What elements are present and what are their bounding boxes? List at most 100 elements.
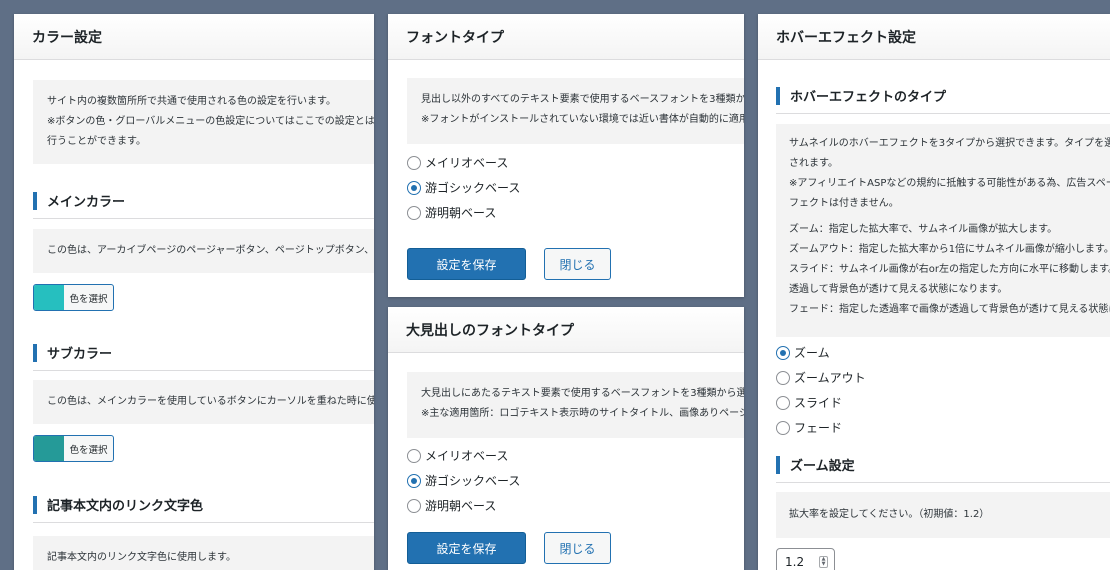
color-swatch <box>34 436 64 461</box>
radio-circle[interactable] <box>407 180 421 195</box>
heading-accent <box>33 495 37 514</box>
option-label: スライド <box>794 396 843 410</box>
hover-effect-panel: ホバーエフェクト設定 ホバーエフェクトのタイプ サムネイルのホバーエフェクトを3… <box>758 14 1110 570</box>
hover-type-heading: ホバーエフェクトのタイプ <box>776 86 1110 114</box>
panel-title: 大見出しのフォントタイプ <box>406 322 574 339</box>
font-intro: 見出し以外のすべてのテキスト要素で使用するベースフォントを3種類から ※フォント… <box>407 78 744 144</box>
desc-line: されます。 <box>789 158 838 169</box>
heading-label: ホバーエフェクトのタイプ <box>790 90 947 105</box>
desc-line: フェクトは付きません。 <box>789 198 899 209</box>
radio-circle[interactable] <box>776 370 790 385</box>
font-option-yu-mincho[interactable]: 游明朝ベース <box>407 200 520 225</box>
hover-option-zoom-out[interactable]: ズームアウト <box>776 365 866 390</box>
desc-line: サムネイルのホバーエフェクトを3タイプから選択できます。タイプを選 <box>789 138 1110 149</box>
color-swatch <box>34 285 64 310</box>
color-intro: サイト内の複数箇所所で共通で使用される色の設定を行います。 ※ボタンの色・グロー… <box>33 80 374 164</box>
panel-header: カラー設定 <box>14 14 374 60</box>
option-label: メイリオベース <box>425 156 509 170</box>
color-settings-panel: カラー設定 サイト内の複数箇所所で共通で使用される色の設定を行います。 ※ボタン… <box>14 14 374 570</box>
intro-line: サイト内の複数箇所所で共通で使用される色の設定を行います。 <box>47 96 336 107</box>
zoom-desc: 拡大率を設定してください。（初期値：1.2） <box>776 492 1110 538</box>
desc-line: ズームアウト：指定した拡大率から1倍にサムネイル画像が縮小します。 <box>789 244 1110 255</box>
intro-line: ※主な適用箇所：ロゴテキスト表示時のサイトタイトル、画像ありページ <box>421 408 744 419</box>
heading-accent <box>776 455 780 474</box>
save-button[interactable]: 設定を保存 <box>407 532 526 564</box>
radio-circle[interactable] <box>407 498 421 513</box>
option-label: 游ゴシックベース <box>425 474 521 488</box>
font-type-panel: フォントタイプ 見出し以外のすべてのテキスト要素で使用するベースフォントを3種類… <box>388 14 744 297</box>
panel-title: カラー設定 <box>32 29 102 46</box>
font-type-options: メイリオベース 游ゴシックベース 游明朝ベース <box>407 150 520 225</box>
option-label: ズーム <box>794 346 830 360</box>
close-button[interactable]: 閉じる <box>544 532 611 564</box>
close-button[interactable]: 閉じる <box>544 248 611 280</box>
radio-circle[interactable] <box>776 420 790 435</box>
heading-accent <box>33 343 37 362</box>
radio-circle[interactable] <box>407 205 421 220</box>
desc-line: フェード：指定した透過率で画像が透過して背景色が透けて見える状態に <box>789 304 1110 315</box>
stepper-value: 1.2 <box>785 555 805 569</box>
heading-label: メインカラー <box>47 195 126 210</box>
desc-line: 拡大率を設定してください。（初期値：1.2） <box>789 509 990 520</box>
panel-header: 大見出しのフォントタイプ <box>388 307 744 353</box>
radio-circle[interactable] <box>407 473 421 488</box>
heading-label: サブカラー <box>47 347 113 362</box>
intro-line: 大見出しにあたるテキスト要素で使用するベースフォントを3種類から選択 <box>421 388 744 399</box>
picker-label: 色を選択 <box>69 444 108 456</box>
desc-line: 透過して背景色が透けて見える状態になります。 <box>789 284 1008 295</box>
main-color-desc: この色は、アーカイブページのページャーボタン、ページトップボタン、お <box>33 229 374 273</box>
heading-font-type-panel: 大見出しのフォントタイプ 大見出しにあたるテキスト要素で使用するベースフォントを… <box>388 307 744 570</box>
option-label: 游ゴシックベース <box>425 181 521 195</box>
link-color-desc: 記事本文内のリンク文字色に使用します。 <box>33 536 374 570</box>
heading-font-options: メイリオベース 游ゴシックベース 游明朝ベース <box>407 443 520 518</box>
hover-option-zoom[interactable]: ズーム <box>776 340 866 365</box>
heading-label: ズーム設定 <box>790 459 855 474</box>
main-color-heading: メインカラー <box>33 191 374 219</box>
font-option-yu-mincho[interactable]: 游明朝ベース <box>407 493 520 518</box>
desc-line: ズーム：指定した拡大率で、サムネイル画像が拡大します。 <box>789 224 1058 235</box>
font-option-meiryo[interactable]: メイリオベース <box>407 150 520 175</box>
sub-color-desc: この色は、メインカラーを使用しているボタンにカーソルを重ねた時に使用 <box>33 380 374 424</box>
heading-font-intro: 大見出しにあたるテキスト要素で使用するベースフォントを3種類から選択 ※主な適用… <box>407 372 744 438</box>
panel-title: フォントタイプ <box>406 29 504 46</box>
option-label: 游明朝ベース <box>425 206 497 220</box>
heading-accent <box>776 86 780 105</box>
panel-header: ホバーエフェクト設定 <box>758 14 1110 60</box>
desc-line: 記事本文内のリンク文字色に使用します。 <box>47 552 236 563</box>
desc-line: スライド：サムネイル画像が右or左の指定した方向に水平に移動します。 <box>789 264 1110 275</box>
radio-circle[interactable] <box>407 155 421 170</box>
option-label: ズームアウト <box>794 371 866 385</box>
radio-circle[interactable] <box>407 448 421 463</box>
hover-type-options: ズーム ズームアウト スライド フェード <box>776 340 866 440</box>
option-label: 游明朝ベース <box>425 499 497 513</box>
hover-option-slide[interactable]: スライド <box>776 390 866 415</box>
sub-color-picker-button[interactable]: 色を選択 <box>33 435 114 462</box>
sub-color-heading: サブカラー <box>33 343 374 371</box>
heading-label: 記事本文内のリンク文字色 <box>47 499 204 514</box>
font-option-yu-gothic[interactable]: 游ゴシックベース <box>407 175 520 200</box>
font-option-yu-gothic[interactable]: 游ゴシックベース <box>407 468 520 493</box>
desc-line: ※アフィリエイトASPなどの規約に抵触する可能性がある為、広告スペー <box>789 178 1110 189</box>
desc-line: この色は、メインカラーを使用しているボタンにカーソルを重ねた時に使用 <box>47 396 374 407</box>
panel-header: フォントタイプ <box>388 14 744 60</box>
intro-line: 行うことができます。 <box>47 136 146 147</box>
zoom-rate-stepper[interactable]: 1.2 ▲ ▼ <box>776 548 835 570</box>
main-color-picker-button[interactable]: 色を選択 <box>33 284 114 311</box>
font-option-meiryo[interactable]: メイリオベース <box>407 443 520 468</box>
link-color-heading: 記事本文内のリンク文字色 <box>33 495 374 523</box>
intro-line: ※ボタンの色・グローバルメニューの色設定についてはここでの設定とは別 <box>47 116 374 127</box>
panel-title: ホバーエフェクト設定 <box>776 29 916 46</box>
hover-type-desc: サムネイルのホバーエフェクトを3タイプから選択できます。タイプを選 されます。 … <box>776 124 1110 337</box>
heading-accent <box>33 191 37 210</box>
stepper-arrows-icon[interactable]: ▲ ▼ <box>819 556 828 568</box>
picker-label: 色を選択 <box>69 293 108 305</box>
intro-line: 見出し以外のすべてのテキスト要素で使用するベースフォントを3種類から <box>421 94 744 105</box>
save-button[interactable]: 設定を保存 <box>407 248 526 280</box>
option-label: メイリオベース <box>425 449 509 463</box>
radio-circle[interactable] <box>776 395 790 410</box>
intro-line: ※フォントがインストールされていない環境では近い書体が自動的に適用さ <box>421 114 744 125</box>
radio-circle[interactable] <box>776 345 790 360</box>
hover-option-fade[interactable]: フェード <box>776 415 866 440</box>
zoom-settings-heading: ズーム設定 <box>776 455 1110 483</box>
desc-line: この色は、アーカイブページのページャーボタン、ページトップボタン、お <box>47 245 374 256</box>
